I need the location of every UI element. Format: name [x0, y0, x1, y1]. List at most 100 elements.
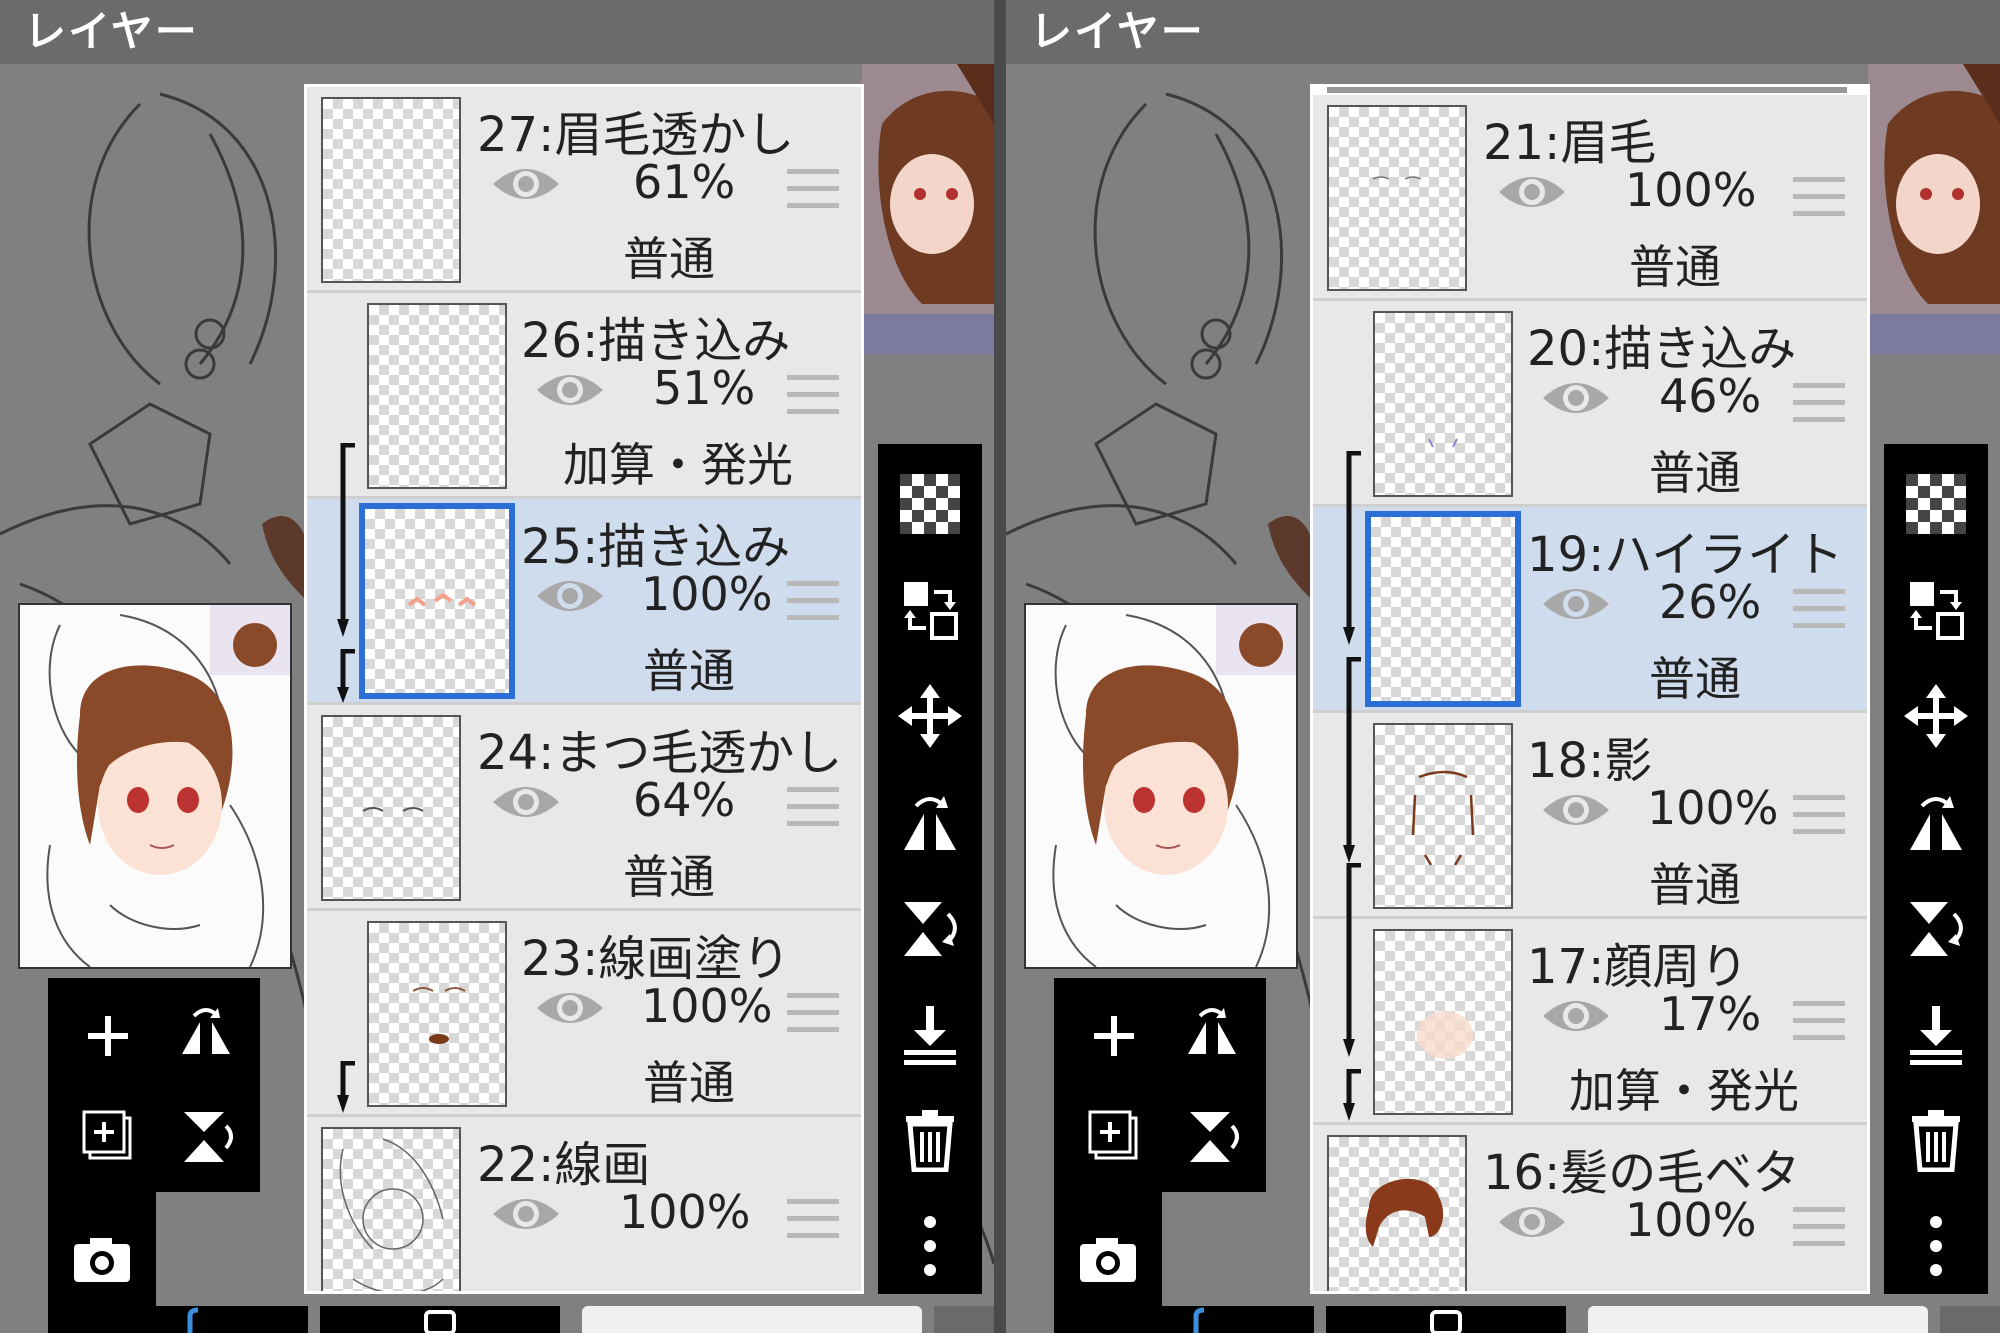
eye-icon[interactable]: [1541, 373, 1611, 423]
layer-row[interactable]: 22:線画 100%: [307, 1117, 861, 1291]
color-slot[interactable]: [1588, 1306, 1928, 1333]
color-slot[interactable]: [582, 1306, 922, 1333]
layer-thumbnail[interactable]: [1373, 723, 1513, 909]
layer-thumbnail[interactable]: [367, 303, 507, 489]
eye-icon[interactable]: [491, 777, 561, 827]
move-icon[interactable]: [892, 678, 968, 754]
panel-title: レイヤー: [0, 0, 994, 64]
tool-button[interactable]: [1070, 1306, 1314, 1333]
tool-button[interactable]: [320, 1306, 560, 1333]
layer-thumbnail[interactable]: [367, 921, 507, 1107]
drag-handle-icon[interactable]: [1793, 383, 1845, 425]
layer-list[interactable]: 27:眉毛透かし 61% 普通 26:描き込み 51% 加算・発光 25:描き込…: [304, 84, 864, 1294]
layer-row-selected[interactable]: 19:ハイライト 26% 普通: [1313, 507, 1867, 713]
swap-layers-icon[interactable]: [1898, 572, 1974, 648]
flip-h-icon[interactable]: [166, 996, 246, 1076]
eye-icon[interactable]: [535, 365, 605, 415]
eye-icon[interactable]: [1541, 785, 1611, 835]
eye-icon[interactable]: [535, 983, 605, 1033]
transparency-icon[interactable]: [1898, 466, 1974, 542]
drag-handle-icon[interactable]: [787, 375, 839, 417]
trash-icon[interactable]: [1898, 1102, 1974, 1178]
eye-icon[interactable]: [535, 571, 605, 621]
layer-blend-mode[interactable]: 普通: [1649, 849, 1741, 915]
layer-row[interactable]: 27:眉毛透かし 61% 普通: [307, 87, 861, 293]
layer-thumbnail[interactable]: [1373, 929, 1513, 1115]
drag-handle-icon[interactable]: [1793, 177, 1845, 219]
layer-blend-mode[interactable]: 加算・発光: [1569, 1055, 1799, 1121]
layer-blend-mode[interactable]: 普通: [1649, 643, 1741, 709]
add-layer-icon[interactable]: [1074, 996, 1154, 1076]
eye-icon[interactable]: [491, 1189, 561, 1239]
layer-thumbnail[interactable]: [321, 1127, 461, 1291]
canvas-preview[interactable]: [18, 603, 292, 969]
duplicate-layer-icon[interactable]: [68, 1096, 148, 1176]
layer-thumbnail[interactable]: [359, 503, 515, 699]
layer-list[interactable]: 21:眉毛 100% 普通 20:描き込み 46% 普通 19:ハイライト 26…: [1310, 84, 1870, 1294]
flip-v-icon[interactable]: [166, 1096, 246, 1176]
layer-opacity: 61%: [633, 155, 736, 209]
eye-icon[interactable]: [1541, 579, 1611, 629]
camera-icon[interactable]: [62, 1220, 142, 1300]
tool-button[interactable]: [64, 1306, 308, 1333]
camera-icon[interactable]: [1068, 1220, 1148, 1300]
layer-thumbnail[interactable]: [1373, 311, 1513, 497]
more-icon[interactable]: [892, 1208, 968, 1284]
layer-row[interactable]: 17:顔周り 17% 加算・発光: [1313, 919, 1867, 1125]
drag-handle-icon[interactable]: [1793, 795, 1845, 837]
drag-handle-icon[interactable]: [787, 169, 839, 211]
layer-row[interactable]: 24:まつ毛透かし 64% 普通: [307, 705, 861, 911]
transparency-icon[interactable]: [892, 466, 968, 542]
drag-handle-icon[interactable]: [787, 787, 839, 829]
flip-vertical-icon[interactable]: [892, 890, 968, 966]
layer-row-selected[interactable]: 25:描き込み 100% 普通: [307, 499, 861, 705]
layer-blend-mode[interactable]: 普通: [1649, 437, 1741, 503]
merge-down-icon[interactable]: [892, 996, 968, 1072]
layer-blend-mode[interactable]: 普通: [643, 635, 735, 701]
tool-button[interactable]: [934, 1306, 994, 1333]
layer-thumbnail[interactable]: [321, 97, 461, 283]
layer-blend-mode[interactable]: 普通: [623, 841, 715, 907]
eye-icon[interactable]: [1497, 1197, 1567, 1247]
layer-row[interactable]: 26:描き込み 51% 加算・発光: [307, 293, 861, 499]
layer-row[interactable]: 21:眉毛 100% 普通: [1313, 95, 1867, 301]
layer-thumbnail[interactable]: [1327, 1135, 1467, 1291]
layer-row[interactable]: 16:髪の毛ベタ 100%: [1313, 1125, 1867, 1291]
layer-row[interactable]: 18:影 100% 普通: [1313, 713, 1867, 919]
flip-horizontal-icon[interactable]: [1898, 784, 1974, 860]
trash-icon[interactable]: [892, 1102, 968, 1178]
eye-icon[interactable]: [1541, 991, 1611, 1041]
flip-h-icon[interactable]: [1172, 996, 1252, 1076]
canvas-preview[interactable]: [1024, 603, 1298, 969]
drag-handle-icon[interactable]: [787, 993, 839, 1035]
eye-icon[interactable]: [491, 159, 561, 209]
layer-thumbnail[interactable]: [1365, 511, 1521, 707]
swap-layers-icon[interactable]: [892, 572, 968, 648]
layer-row[interactable]: 23:線画塗り 100% 普通: [307, 911, 861, 1117]
merge-down-icon[interactable]: [1898, 996, 1974, 1072]
move-icon[interactable]: [1898, 678, 1974, 754]
add-layer-icon[interactable]: [68, 996, 148, 1076]
tool-button[interactable]: [1326, 1306, 1566, 1333]
more-icon[interactable]: [1898, 1208, 1974, 1284]
layer-thumbnail[interactable]: [1327, 105, 1467, 291]
flip-vertical-icon[interactable]: [1898, 890, 1974, 966]
drag-handle-icon[interactable]: [1793, 589, 1845, 631]
layer-blend-mode[interactable]: 普通: [1629, 231, 1721, 297]
eye-icon[interactable]: [1497, 167, 1567, 217]
clip-arrow-icon: [337, 649, 355, 703]
drag-handle-icon[interactable]: [1793, 1001, 1845, 1043]
layer-blend-mode[interactable]: 普通: [643, 1047, 735, 1113]
drag-handle-icon[interactable]: [787, 1199, 839, 1241]
layer-row[interactable]: 20:描き込み 46% 普通: [1313, 301, 1867, 507]
drag-handle-icon[interactable]: [1793, 1207, 1845, 1249]
layer-blend-mode[interactable]: 加算・発光: [563, 429, 793, 495]
duplicate-layer-icon[interactable]: [1074, 1096, 1154, 1176]
layer-thumbnail[interactable]: [321, 715, 461, 901]
layer-panel-left: レイヤー 27:眉毛透かし 61% 普通 26:描き込み 51% 加算・発光 2…: [0, 0, 994, 1333]
drag-handle-icon[interactable]: [787, 581, 839, 623]
layer-blend-mode[interactable]: 普通: [623, 223, 715, 289]
flip-v-icon[interactable]: [1172, 1096, 1252, 1176]
flip-horizontal-icon[interactable]: [892, 784, 968, 860]
tool-button[interactable]: [1940, 1306, 2000, 1333]
